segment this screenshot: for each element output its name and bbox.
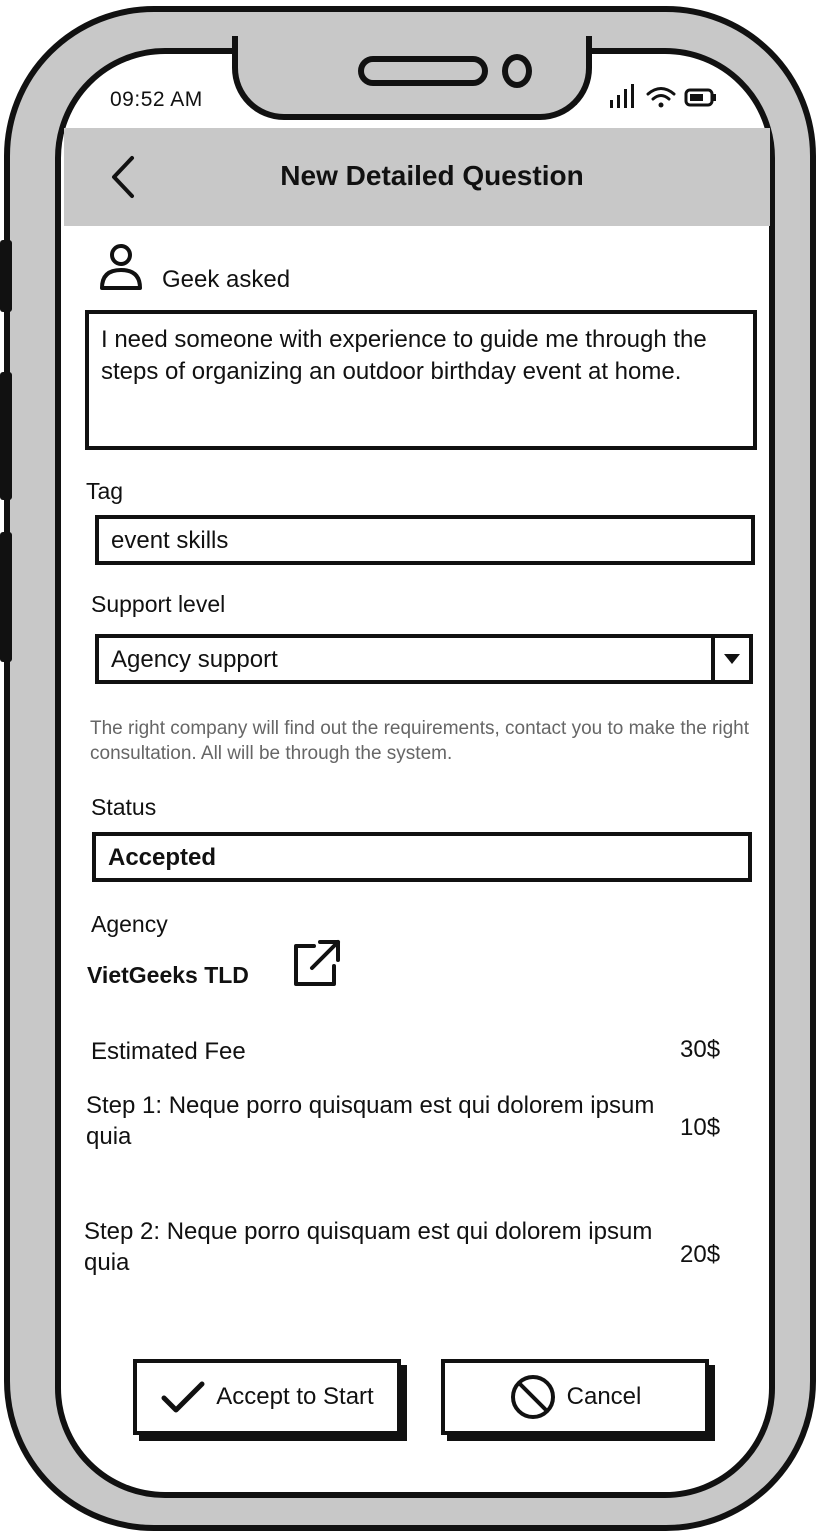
cancel-button-label: Cancel — [566, 1383, 642, 1410]
tag-label: Tag — [86, 478, 124, 504]
status-time: 09:52 AM — [110, 88, 203, 111]
agency-label: Agency — [91, 911, 168, 937]
fee-step-amount: 20$ — [680, 1241, 721, 1268]
estimated-fee-value: 30$ — [680, 1036, 721, 1063]
cancel-circle-icon — [510, 1375, 555, 1419]
fee-step-amount: 10$ — [680, 1114, 721, 1141]
accept-to-start-button[interactable]: Accept to Start — [133, 1359, 401, 1435]
tag-input[interactable]: event skills — [95, 515, 755, 565]
app-header: New Detailed Question — [64, 128, 770, 226]
support-level-hint: The right company will find out the requ… — [90, 718, 749, 764]
status-label: Status — [91, 794, 157, 820]
side-button-volume-down — [0, 532, 12, 662]
agency-name: VietGeeks TLD — [87, 962, 249, 988]
fee-step-label: Step 2: Neque porro quisquam est qui dol… — [84, 1218, 653, 1276]
support-level-value: Agency support — [111, 646, 278, 673]
wifi-icon — [646, 87, 676, 108]
signal-icon — [610, 84, 634, 108]
battery-icon — [684, 88, 716, 107]
cancel-button[interactable]: Cancel — [441, 1359, 709, 1435]
support-level-label: Support level — [91, 591, 226, 617]
accept-button-label: Accept to Start — [216, 1383, 374, 1410]
asker-label: Geek asked — [162, 266, 291, 293]
status-field: Accepted — [92, 832, 752, 882]
side-button-volume-up — [0, 372, 12, 500]
chevron-down-icon[interactable] — [711, 638, 749, 680]
checkmark-icon — [161, 1381, 205, 1413]
fee-step-label: Step 1: Neque porro quisquam est qui dol… — [86, 1092, 655, 1150]
external-link-icon[interactable] — [292, 938, 342, 988]
speaker — [358, 56, 488, 86]
estimated-fee-label: Estimated Fee — [91, 1038, 246, 1065]
user-icon — [98, 242, 144, 292]
page-title: New Detailed Question — [280, 160, 584, 191]
question-text[interactable]: I need someone with experience to guide … — [85, 310, 757, 450]
side-button-top — [0, 240, 12, 312]
camera — [502, 54, 532, 88]
support-level-select[interactable]: Agency support — [95, 634, 753, 684]
status-icons — [606, 80, 726, 114]
